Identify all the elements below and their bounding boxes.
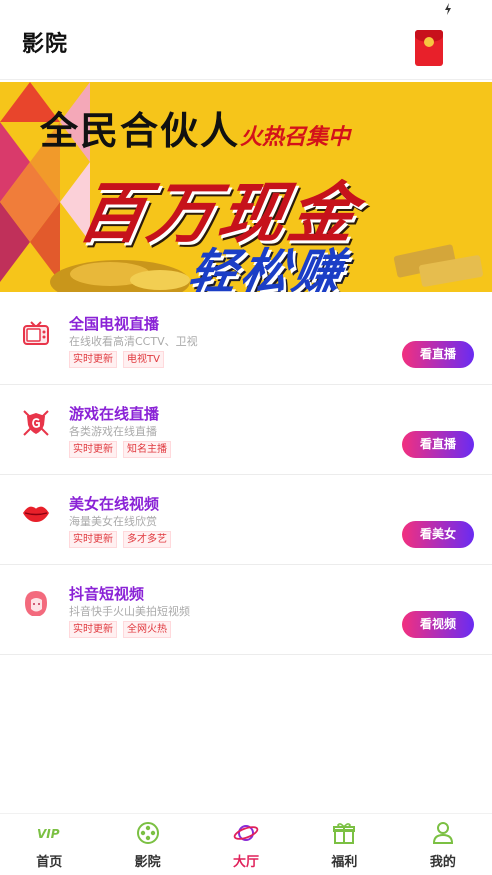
tab-label: 影院 <box>134 855 161 870</box>
tab-label: 首页 <box>36 855 63 870</box>
item-tags: 实时更新 知名主播 <box>69 441 171 458</box>
item-description: 抖音快手火山美拍短视频 <box>69 605 190 618</box>
banner-headline-text: 全民合伙人 <box>40 109 241 153</box>
tag: 实时更新 <box>69 441 117 458</box>
item-title: 游戏在线直播 <box>69 405 160 423</box>
tab-label: 福利 <box>331 855 358 870</box>
tag: 实时更新 <box>69 621 117 638</box>
tag: 知名主播 <box>123 441 171 458</box>
tag: 电视TV <box>123 351 164 368</box>
watch-beauty-button[interactable]: 看美女 <box>402 521 474 548</box>
item-tags: 实时更新 全网火热 <box>69 621 171 638</box>
gift-icon <box>333 823 356 844</box>
item-description: 各类游戏在线直播 <box>69 425 157 438</box>
watch-live-button[interactable]: 看直播 <box>402 341 474 368</box>
girl-face-icon <box>25 591 47 616</box>
watch-live-button[interactable]: 看直播 <box>402 431 474 458</box>
charging-bolt-icon <box>445 3 451 15</box>
banner-hot-text: 火热召集中 <box>240 125 351 150</box>
item-tags: 实时更新 多才多艺 <box>69 531 171 548</box>
item-description: 在线收看高清CCTV、卫视 <box>69 335 198 348</box>
list-item[interactable]: 全国电视直播 在线收看高清CCTV、卫视 实时更新 电视TV 看直播 <box>0 295 492 385</box>
tag: 多才多艺 <box>123 531 171 548</box>
tag: 实时更新 <box>69 531 117 548</box>
vip-icon: VIP <box>37 827 60 841</box>
tab-profile[interactable]: 我的 <box>394 814 492 875</box>
list-item[interactable]: 抖音短视频 抖音快手火山美拍短视频 实时更新 全网火热 看视频 <box>0 565 492 655</box>
watch-video-button[interactable]: 看视频 <box>402 611 474 638</box>
lips-icon <box>23 506 49 522</box>
status-bar <box>0 0 492 18</box>
promo-banner[interactable]: 全民合伙人火热召集中 百万现金 轻松赚 <box>0 82 492 292</box>
user-icon <box>432 822 453 844</box>
channel-list: 全国电视直播 在线收看高清CCTV、卫视 实时更新 电视TV 看直播 游戏在线直… <box>0 295 492 655</box>
tag: 实时更新 <box>69 351 117 368</box>
top-bar: 影院 <box>0 18 492 80</box>
bottom-tab-bar: VIP 首页 影院 大厅 福利 我的 <box>0 813 492 875</box>
banner-headline: 全民合伙人火热召集中 <box>40 100 350 155</box>
list-item[interactable]: 美女在线视频 海量美女在线欣赏 实时更新 多才多艺 看美女 <box>0 475 492 565</box>
tab-welfare[interactable]: 福利 <box>295 814 393 875</box>
item-description: 海量美女在线欣赏 <box>69 515 157 528</box>
item-title: 全国电视直播 <box>69 315 160 333</box>
page-title: 影院 <box>22 32 69 57</box>
banner-sub-text: 轻松赚 <box>184 244 351 292</box>
red-packet-icon[interactable] <box>415 30 443 66</box>
item-title: 美女在线视频 <box>69 495 160 513</box>
tab-label: 大厅 <box>233 855 260 870</box>
item-title: 抖音短视频 <box>69 585 145 603</box>
tab-home[interactable]: VIP 首页 <box>0 814 98 875</box>
tab-hall[interactable]: 大厅 <box>197 814 295 875</box>
list-item[interactable]: 游戏在线直播 各类游戏在线直播 实时更新 知名主播 看直播 <box>0 385 492 475</box>
film-reel-icon <box>136 822 159 844</box>
item-tags: 实时更新 电视TV <box>69 351 164 368</box>
tv-icon <box>23 321 49 345</box>
tab-cinema[interactable]: 影院 <box>98 814 196 875</box>
game-shield-icon <box>23 410 49 436</box>
tab-label: 我的 <box>429 855 456 870</box>
planet-icon <box>233 825 259 841</box>
svg-text:VIP: VIP <box>37 827 60 841</box>
tag: 全网火热 <box>123 621 171 638</box>
